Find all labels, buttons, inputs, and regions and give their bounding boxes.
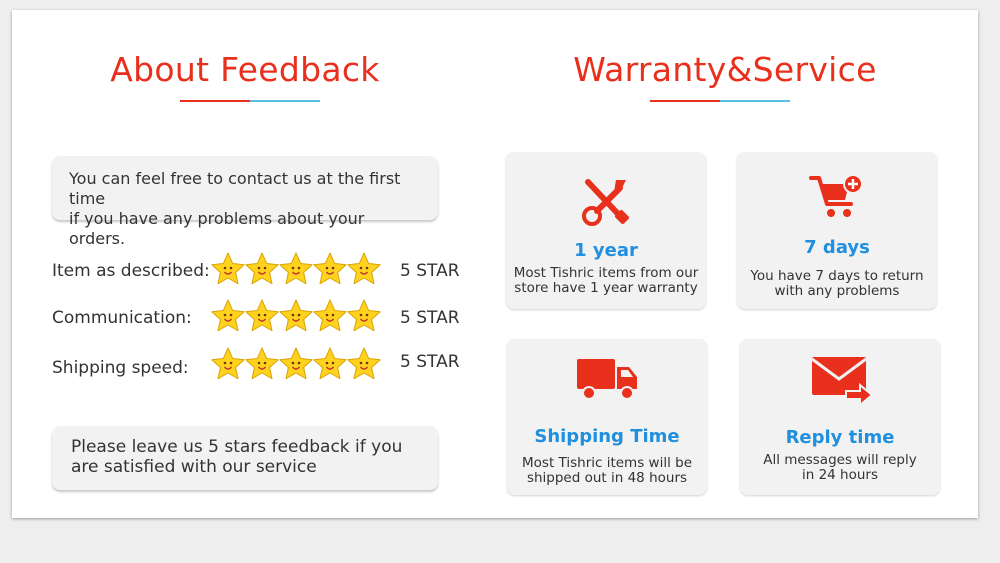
rating-value: 5 STAR [400, 261, 460, 281]
star-rating [210, 346, 385, 382]
warranty-heading: Warranty&Service [573, 50, 877, 89]
card-description: Most Tishric items from our store have 1… [506, 266, 706, 296]
warranty-card-shipping-time: Shipping Time Most Tishric items will be… [507, 339, 707, 495]
card-description-line: with any problems [774, 283, 900, 299]
star-icon [347, 252, 381, 285]
card-description-line: shipped out in 48 hours [526, 470, 688, 486]
star-icon [279, 299, 313, 332]
star-icon [313, 347, 347, 380]
star-icon [347, 347, 381, 380]
card-title: 7 days [804, 237, 870, 258]
card-title: 1 year [574, 240, 638, 261]
star-icon [313, 299, 347, 332]
contact-note-line: You can feel free to contact us at the f… [69, 169, 401, 208]
card-description: Most Tishric items will be shipped out i… [507, 456, 707, 486]
feedback-request-note: Please leave us 5 stars feedback if you … [52, 426, 438, 490]
star-icon [211, 252, 245, 285]
feedback-request-line: Please leave us 5 stars feedback if you [71, 437, 403, 457]
card-title: Shipping Time [534, 426, 680, 447]
warranty-card-reply-time: Reply time All messages will reply in 24… [740, 339, 940, 495]
truck-icon [577, 359, 637, 400]
card-description-line: in 24 hours [801, 467, 879, 483]
rating-value: 5 STAR [400, 352, 460, 372]
card-description-line: You have 7 days to return [750, 268, 924, 284]
star-rating [210, 251, 385, 287]
card-description-line: Most Tishric items from our [513, 265, 699, 281]
card-description: All messages will reply in 24 hours [740, 453, 940, 483]
star-icon [245, 299, 279, 332]
rating-label: Communication: [52, 308, 192, 328]
rating-label: Shipping speed: [52, 358, 189, 378]
card-title: Reply time [785, 427, 895, 448]
star-rating [210, 298, 385, 334]
warranty-card-1-year: 1 year Most Tishric items from our store… [506, 152, 706, 309]
cart-icon [809, 174, 863, 217]
star-icon [211, 299, 245, 332]
warranty-card-7-days: 7 days You have 7 days to return with an… [737, 152, 937, 309]
card-description-line: All messages will reply [763, 452, 917, 468]
feedback-heading: About Feedback [110, 50, 380, 89]
contact-note-line: if you have any problems about your orde… [69, 209, 365, 248]
mail-icon [811, 357, 874, 407]
star-icon [313, 252, 347, 285]
star-icon [211, 347, 245, 380]
star-icon [245, 252, 279, 285]
card-description-line: Most Tishric items will be [522, 455, 692, 471]
rating-value: 5 STAR [400, 308, 460, 328]
feedback-underline-red [180, 100, 250, 102]
card-description: You have 7 days to return with any probl… [737, 269, 937, 299]
star-icon [279, 347, 313, 380]
star-icon [279, 252, 313, 285]
feedback-underline-blue [250, 100, 320, 102]
contact-note: You can feel free to contact us at the f… [52, 156, 438, 248]
tools-icon [582, 179, 629, 226]
warranty-underline-red [650, 100, 720, 102]
card-description-line: store have 1 year warranty [514, 280, 698, 296]
star-icon [245, 347, 279, 380]
warranty-underline-blue [720, 100, 790, 102]
rating-label: Item as described: [52, 261, 210, 281]
feedback-request-line: are satisfied with our service [71, 457, 317, 477]
star-icon [347, 299, 381, 332]
